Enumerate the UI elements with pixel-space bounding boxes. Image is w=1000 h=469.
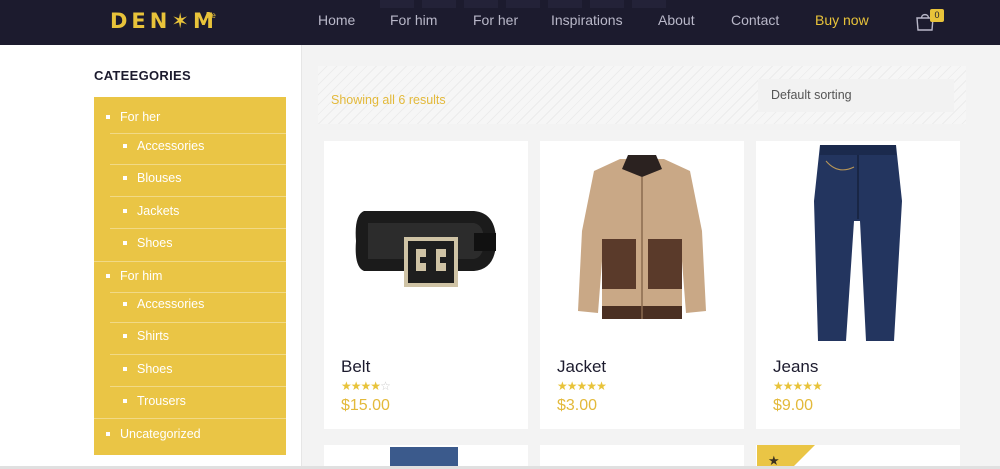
product-name[interactable]: Jacket: [557, 357, 606, 377]
star-icon: ★: [812, 379, 823, 393]
star-icon: ★: [596, 379, 607, 393]
product-card[interactable]: Belt ★★★★☆ $15.00: [324, 141, 528, 429]
logo-superscript: Be: [206, 11, 216, 20]
star-icon: ★: [557, 379, 568, 393]
star-rating: ★★★★★: [773, 379, 823, 393]
categories-title: CATEEGORIES: [94, 68, 191, 83]
divider: [110, 386, 286, 387]
divider: [110, 322, 286, 323]
bullet-icon: [123, 240, 127, 245]
category-label: For him: [120, 269, 163, 283]
divider: [110, 292, 286, 293]
category-her-blouses[interactable]: Blouses: [123, 171, 181, 185]
bullet-icon: [123, 366, 127, 371]
product-price: $3.00: [557, 397, 598, 414]
bullet-icon: [123, 143, 127, 148]
bullet-icon: [106, 273, 110, 278]
logo[interactable]: DEN✶M: [110, 9, 218, 33]
category-label: Trousers: [137, 394, 186, 408]
bullet-icon: [106, 431, 110, 436]
divider: [110, 228, 286, 229]
star-rating: ★★★★☆: [341, 379, 391, 393]
bullet-icon: [106, 114, 110, 119]
divider: [110, 354, 286, 355]
category-for-him[interactable]: For him: [106, 269, 162, 283]
star-icon: ★: [360, 379, 372, 393]
category-him-accessories[interactable]: Accessories: [123, 297, 204, 311]
category-him-shirts[interactable]: Shirts: [123, 329, 169, 343]
divider: [110, 196, 286, 197]
nav-for-her[interactable]: For her: [473, 12, 518, 28]
star-icon: ★: [586, 379, 597, 393]
star-icon: ★: [773, 379, 784, 393]
product-name[interactable]: Belt: [341, 357, 370, 377]
category-label: Blouses: [137, 171, 182, 185]
category-label: Shoes: [137, 362, 173, 376]
results-count: Showing all 6 results: [331, 93, 446, 107]
jacket-image[interactable]: [540, 141, 744, 346]
star-icon: ★: [341, 379, 352, 393]
star-icon: ★: [802, 379, 813, 393]
jeans-image[interactable]: [756, 141, 960, 346]
star-rating: ★★★★★: [557, 379, 607, 393]
category-label: Jackets: [137, 204, 180, 218]
bullet-icon: [123, 301, 127, 306]
star-icon: ★: [566, 379, 578, 393]
category-label: Shirts: [137, 329, 169, 343]
nav-buy-now[interactable]: Buy now: [815, 12, 869, 28]
cart-count-badge: 0: [930, 9, 944, 22]
bullet-icon: [123, 208, 127, 213]
divider: [110, 133, 286, 134]
category-her-jackets[interactable]: Jackets: [123, 204, 179, 218]
product-name[interactable]: Jeans: [773, 357, 818, 377]
category-for-her[interactable]: For her: [106, 110, 160, 124]
star-icon: ★: [792, 379, 804, 393]
star-icon: ★: [576, 379, 588, 393]
nav-home[interactable]: Home: [318, 12, 355, 28]
nav-inspirations[interactable]: Inspirations: [551, 12, 623, 28]
category-label: Accessories: [137, 297, 205, 311]
star-icon: ★: [782, 379, 794, 393]
category-uncategorized[interactable]: Uncategorized: [106, 427, 201, 441]
product-card[interactable]: Jeans ★★★★★ $9.00: [756, 141, 960, 429]
category-label: Accessories: [137, 139, 205, 153]
belt-image[interactable]: [324, 141, 528, 346]
divider: [110, 164, 286, 165]
star-icon: ★: [370, 379, 381, 393]
category-label: Uncategorized: [120, 427, 201, 441]
star-empty-icon: ☆: [380, 379, 391, 393]
divider: [94, 261, 286, 262]
bullet-icon: [123, 333, 127, 338]
category-him-shoes[interactable]: Shoes: [123, 362, 172, 376]
category-label: Shoes: [137, 236, 173, 250]
nav-for-him[interactable]: For him: [390, 12, 437, 28]
star-icon: ★: [350, 379, 362, 393]
category-her-accessories[interactable]: Accessories: [123, 139, 204, 153]
sorting-select[interactable]: Default sorting: [758, 79, 954, 112]
product-card[interactable]: Jacket ★★★★★ $3.00: [540, 141, 744, 429]
divider: [94, 418, 286, 419]
product-price: $9.00: [773, 397, 814, 414]
nav-contact[interactable]: Contact: [731, 12, 779, 28]
bullet-icon: [123, 175, 127, 180]
product-price: $15.00: [341, 397, 390, 414]
category-label: For her: [120, 110, 161, 124]
bullet-icon: [123, 398, 127, 403]
category-him-trousers[interactable]: Trousers: [123, 394, 186, 408]
nav-about[interactable]: About: [658, 12, 695, 28]
category-her-shoes[interactable]: Shoes: [123, 236, 172, 250]
